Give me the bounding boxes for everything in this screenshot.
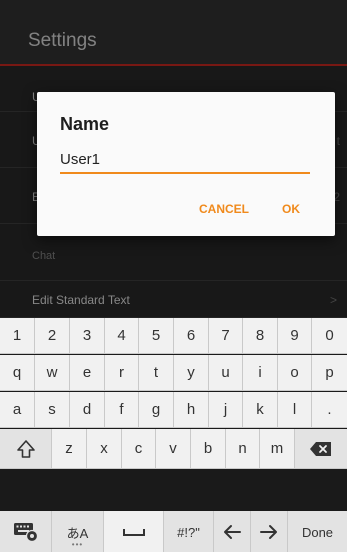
- shift-key[interactable]: [0, 429, 52, 469]
- keyboard-row-numbers: 1 2 3 4 5 6 7 8 9 0: [0, 318, 347, 354]
- key-z[interactable]: z: [52, 429, 87, 469]
- keyboard-row-a: a s d f g h j k l .: [0, 392, 347, 428]
- keyboard-settings-icon: [13, 523, 38, 543]
- key-p[interactable]: p: [312, 355, 347, 391]
- key-a[interactable]: a: [0, 392, 35, 428]
- key-y[interactable]: y: [174, 355, 209, 391]
- key-o[interactable]: o: [278, 355, 312, 391]
- key-4[interactable]: 4: [105, 318, 139, 354]
- key-g[interactable]: g: [139, 392, 174, 428]
- key-u[interactable]: u: [209, 355, 243, 391]
- key-7[interactable]: 7: [209, 318, 243, 354]
- key-k[interactable]: k: [243, 392, 278, 428]
- key-1[interactable]: 1: [0, 318, 35, 354]
- done-key[interactable]: Done: [288, 511, 347, 552]
- key-h[interactable]: h: [174, 392, 209, 428]
- key-b[interactable]: b: [191, 429, 226, 469]
- key-c[interactable]: c: [122, 429, 156, 469]
- key-m[interactable]: m: [260, 429, 295, 469]
- language-label: あA: [66, 525, 89, 541]
- key-9[interactable]: 9: [278, 318, 312, 354]
- more-dots-icon: •••: [71, 540, 84, 549]
- name-dialog: Name CANCEL OK: [37, 92, 335, 236]
- key-w[interactable]: w: [35, 355, 70, 391]
- backspace-key[interactable]: [295, 429, 347, 469]
- key-r[interactable]: r: [105, 355, 139, 391]
- key-3[interactable]: 3: [70, 318, 105, 354]
- key-l[interactable]: l: [278, 392, 312, 428]
- symbols-key[interactable]: #!?": [164, 511, 214, 552]
- dialog-title: Name: [60, 114, 110, 134]
- key-s[interactable]: s: [35, 392, 70, 428]
- soft-keyboard: 1 2 3 4 5 6 7 8 9 0 q w e r t y u i o p …: [0, 318, 347, 552]
- name-input[interactable]: [60, 148, 310, 174]
- key-6[interactable]: 6: [174, 318, 209, 354]
- shift-icon: [16, 439, 35, 458]
- cancel-button[interactable]: CANCEL: [199, 202, 249, 216]
- key-v[interactable]: v: [156, 429, 191, 469]
- symbols-label: #!?": [177, 524, 200, 540]
- key-t[interactable]: t: [139, 355, 174, 391]
- language-key[interactable]: あA •••: [52, 511, 104, 552]
- key-period[interactable]: .: [312, 392, 347, 428]
- backspace-icon: [310, 441, 331, 456]
- done-label: Done: [301, 524, 334, 540]
- ok-button[interactable]: OK: [282, 202, 300, 216]
- keyboard-settings-key[interactable]: [0, 511, 52, 552]
- space-key[interactable]: [104, 511, 164, 552]
- arrow-left-icon: [224, 525, 241, 539]
- key-d[interactable]: d: [70, 392, 105, 428]
- cursor-right-key[interactable]: [251, 511, 288, 552]
- keyboard-function-row: あA ••• #!?" Done: [0, 511, 347, 552]
- keyboard-row-z: z x c v b n m: [0, 429, 347, 469]
- keyboard-row-q: q w e r t y u i o p: [0, 355, 347, 391]
- key-e[interactable]: e: [70, 355, 105, 391]
- cursor-left-key[interactable]: [214, 511, 251, 552]
- key-n[interactable]: n: [226, 429, 260, 469]
- key-f[interactable]: f: [105, 392, 139, 428]
- key-0[interactable]: 0: [312, 318, 347, 354]
- key-q[interactable]: q: [0, 355, 35, 391]
- key-5[interactable]: 5: [139, 318, 174, 354]
- key-x[interactable]: x: [87, 429, 122, 469]
- key-i[interactable]: i: [243, 355, 278, 391]
- key-8[interactable]: 8: [243, 318, 278, 354]
- arrow-right-icon: [260, 525, 277, 539]
- key-2[interactable]: 2: [35, 318, 70, 354]
- key-j[interactable]: j: [209, 392, 243, 428]
- space-icon: [122, 529, 145, 536]
